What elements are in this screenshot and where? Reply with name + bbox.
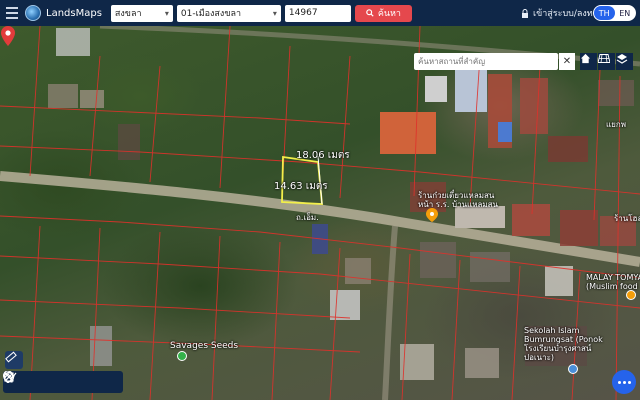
building — [90, 326, 112, 366]
province-select[interactable]: สงขลา ▾ — [110, 4, 173, 22]
ruler-icon — [5, 351, 17, 363]
poi-label-school: Sekolah Islam Bumrungsat (Ponok โรงเรียน… — [524, 326, 603, 362]
brand-name: LandsMaps — [46, 7, 102, 19]
district-select[interactable]: 01-เมืองสงขลา ▾ — [176, 4, 281, 22]
poi-label-top-right: แยกพ — [606, 120, 626, 129]
building — [48, 84, 78, 108]
grid-layer-button[interactable] — [598, 53, 615, 70]
home-icon — [580, 53, 591, 64]
location-pin-icon[interactable] — [0, 26, 16, 46]
province-value: สงขลา — [114, 9, 142, 19]
map-view[interactable]: 18.06 เมตร 14.63 เมตร ถ.เอ็ม. ✕ ร้านก๋วย… — [0, 26, 640, 400]
side-road — [382, 225, 398, 400]
building — [420, 242, 456, 278]
search-icon — [366, 9, 374, 17]
poi-pin-icon[interactable] — [177, 351, 187, 361]
poi-pin-icon[interactable] — [568, 364, 578, 374]
top-bar: LandsMaps สงขลา ▾ 01-เมืองสงขลา ▾ ค้นหา … — [0, 0, 640, 26]
search-button-label: ค้นหา — [377, 9, 401, 19]
lock-icon — [522, 8, 528, 18]
building — [118, 124, 140, 160]
drawing-toolbar — [3, 371, 123, 393]
language-toggle[interactable]: TH EN — [593, 5, 636, 21]
building — [56, 28, 90, 56]
building — [560, 210, 598, 246]
building — [520, 78, 548, 134]
building — [330, 290, 360, 320]
circle-tool-button[interactable] — [3, 371, 119, 390]
ruler-button[interactable] — [5, 351, 23, 369]
layers-icon — [616, 54, 628, 64]
menu-icon[interactable] — [0, 0, 24, 26]
measure-top-label: 18.06 เมตร — [296, 150, 350, 161]
crop-tool-button[interactable] — [4, 372, 100, 390]
poi-label-malay-tomyam: MALAY TOMYAM (Muslim food — [586, 273, 640, 291]
more-icon[interactable] — [612, 370, 636, 394]
poi-label-shop-right: ร้านโฮลด — [614, 214, 640, 223]
road-label: ถ.เอ็ม. — [296, 213, 319, 222]
building — [465, 348, 499, 378]
building — [598, 80, 634, 106]
parcel-number-input[interactable] — [284, 4, 351, 22]
building-orange-roof — [380, 112, 436, 154]
layers-button[interactable] — [616, 53, 633, 70]
building — [345, 258, 371, 284]
polygon-tool-button[interactable] — [3, 371, 81, 390]
lang-en[interactable]: EN — [615, 6, 636, 20]
path-tool-button[interactable] — [3, 372, 61, 390]
circle-icon — [3, 371, 15, 383]
logo-icon — [25, 5, 41, 21]
building — [512, 204, 550, 236]
poi-label-shop: ร้านก๋วยเตี๋ยวแหลมสน หน้า ร.ร. บ้านแหลมส… — [418, 191, 498, 209]
measure-left-label: 14.63 เมตร — [274, 181, 328, 192]
pin-tool-button[interactable] — [3, 371, 42, 390]
chevron-down-icon: ▾ — [272, 8, 277, 18]
chevron-down-icon: ▾ — [164, 8, 169, 18]
search-button[interactable]: ค้นหา — [354, 4, 412, 22]
close-icon[interactable]: ✕ — [559, 53, 575, 70]
place-search-input[interactable] — [414, 53, 558, 70]
building-blue-roof — [498, 122, 512, 142]
poi-pin-icon[interactable] — [426, 208, 438, 222]
lang-th[interactable]: TH — [594, 6, 615, 20]
home-button[interactable] — [580, 53, 597, 70]
building — [80, 90, 104, 108]
building — [470, 252, 510, 282]
building — [455, 206, 505, 228]
building — [425, 76, 447, 102]
building — [548, 136, 588, 162]
district-value: 01-เมืองสงขลา — [180, 9, 242, 19]
layers-grid-icon — [598, 54, 610, 63]
building — [545, 266, 573, 296]
poi-pin-icon[interactable] — [626, 290, 636, 300]
